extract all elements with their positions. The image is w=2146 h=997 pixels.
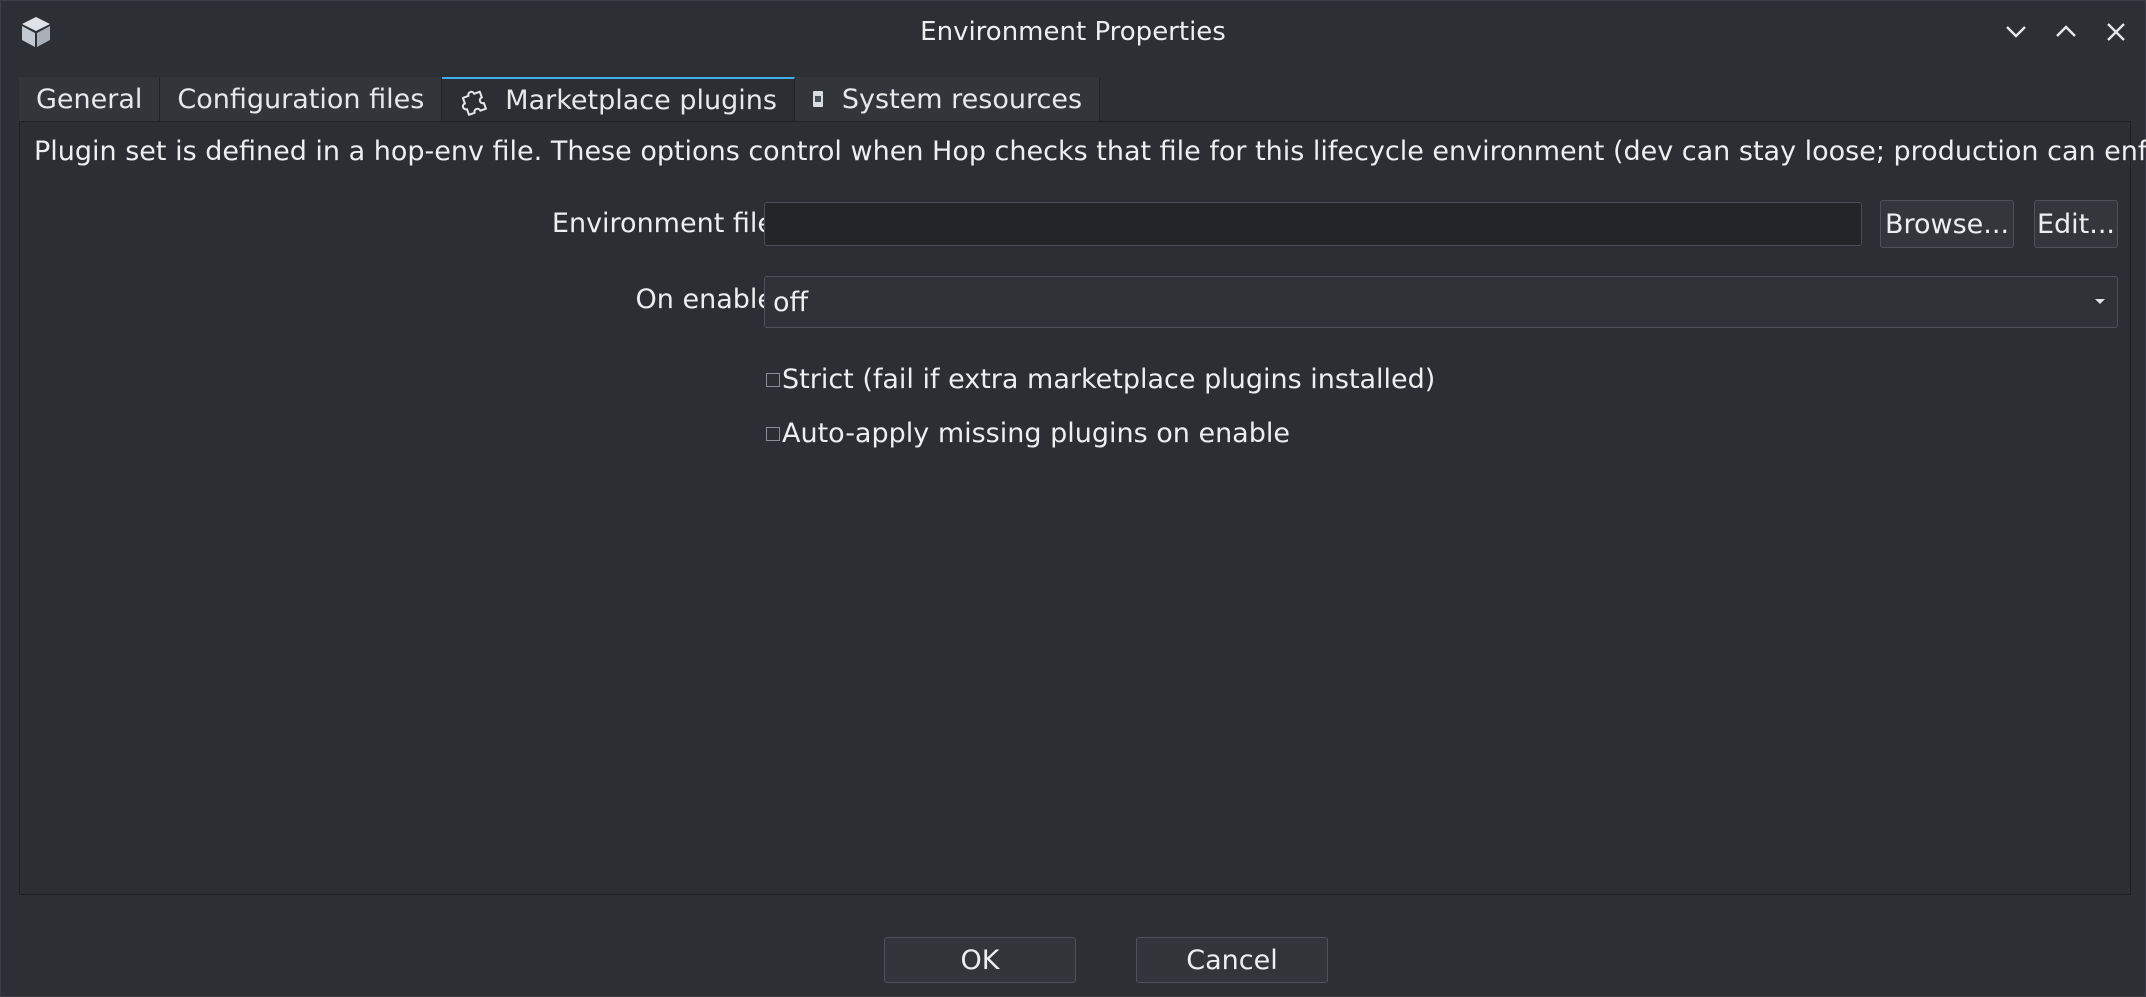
on-enable-label: On enable bbox=[635, 284, 774, 315]
tab-system-resources[interactable]: System resources bbox=[794, 77, 1101, 121]
tab-label: System resources bbox=[841, 83, 1083, 115]
maximize-icon bbox=[2049, 15, 2083, 49]
chevron-down-icon bbox=[2095, 299, 2105, 304]
strict-checkbox-row[interactable]: Strict (fail if extra marketplace plugin… bbox=[766, 364, 1435, 395]
tab-general[interactable]: General bbox=[19, 77, 161, 121]
close-icon bbox=[2099, 15, 2133, 49]
title-bar: Environment Properties bbox=[1, 1, 2145, 63]
minimize-button[interactable] bbox=[1999, 15, 2033, 49]
close-button[interactable] bbox=[2099, 15, 2133, 49]
on-enable-select[interactable]: off bbox=[764, 276, 2118, 328]
tab-marketplace-plugins[interactable]: Marketplace plugins bbox=[442, 77, 795, 121]
tab-label: Configuration files bbox=[177, 83, 425, 115]
memory-icon bbox=[812, 89, 824, 109]
auto-apply-checkbox-row[interactable]: Auto-apply missing plugins on enable bbox=[766, 418, 1290, 449]
puzzle-icon bbox=[459, 84, 491, 116]
environment-properties-dialog: Environment Properties General Configura… bbox=[0, 0, 2146, 997]
strict-checkbox-label: Strict (fail if extra marketplace plugin… bbox=[782, 364, 1436, 395]
tab-configuration-files[interactable]: Configuration files bbox=[160, 77, 443, 121]
on-enable-value: off bbox=[773, 286, 809, 318]
minimize-icon bbox=[1999, 15, 2033, 49]
environment-file-label: Environment file bbox=[551, 208, 774, 239]
ok-button[interactable]: OK bbox=[884, 937, 1076, 983]
window-title: Environment Properties bbox=[920, 17, 1226, 47]
environment-file-input[interactable] bbox=[764, 202, 1862, 246]
browse-button[interactable]: Browse... bbox=[1880, 200, 2014, 248]
tab-bar: General Configuration files Marketplace … bbox=[19, 77, 1101, 121]
auto-apply-checkbox-label: Auto-apply missing plugins on enable bbox=[782, 418, 1290, 449]
tab-label: General bbox=[36, 83, 143, 115]
cancel-button[interactable]: Cancel bbox=[1136, 937, 1328, 983]
edit-button[interactable]: Edit... bbox=[2034, 200, 2118, 248]
marketplace-plugins-panel: Plugin set is defined in a hop-env file.… bbox=[19, 121, 2146, 895]
maximize-button[interactable] bbox=[2049, 15, 2083, 49]
strict-checkbox[interactable] bbox=[766, 372, 780, 387]
panel-description: Plugin set is defined in a hop-env file.… bbox=[34, 136, 2146, 167]
auto-apply-checkbox[interactable] bbox=[766, 426, 780, 441]
tab-label: Marketplace plugins bbox=[505, 84, 777, 116]
